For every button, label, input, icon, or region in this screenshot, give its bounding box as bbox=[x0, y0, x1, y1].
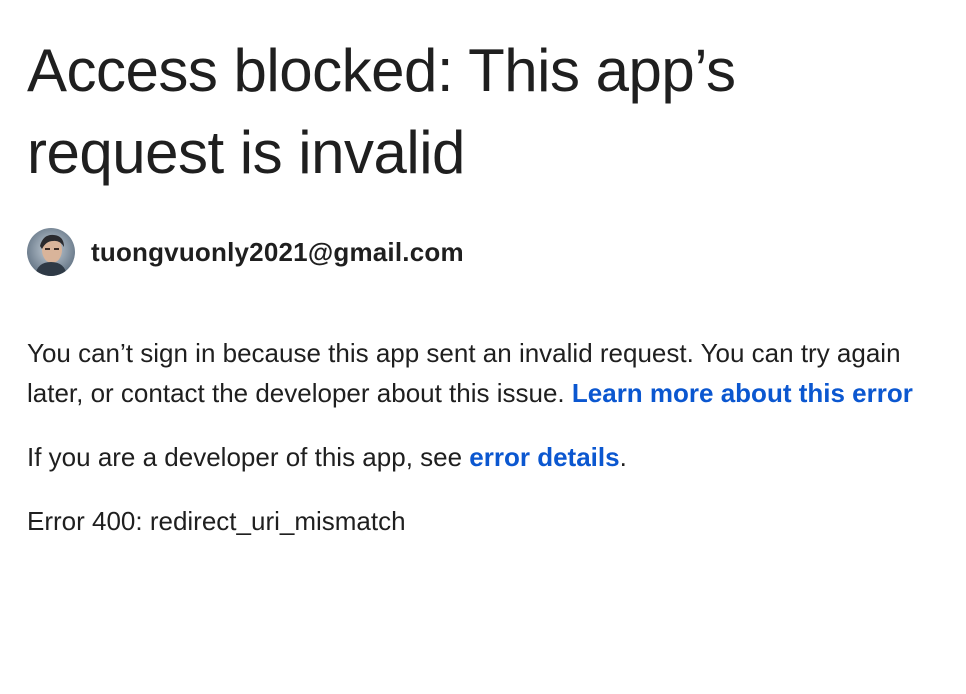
account-chip[interactable]: tuongvuonly2021@gmail.com bbox=[27, 227, 927, 277]
developer-note-prefix: If you are a developer of this app, see bbox=[27, 442, 470, 472]
avatar bbox=[27, 228, 75, 276]
avatar-photo-icon bbox=[27, 228, 75, 276]
account-email: tuongvuonly2021@gmail.com bbox=[91, 236, 464, 267]
error-details-link[interactable]: error details bbox=[469, 442, 619, 472]
page-title: Access blocked: This app’s request is in… bbox=[27, 37, 736, 186]
error-message: You can’t sign in because this app sent … bbox=[27, 333, 927, 413]
error-code: Error 400: redirect_uri_mismatch bbox=[27, 506, 406, 536]
access-blocked-page: Access blocked: This app’s request is in… bbox=[27, 30, 927, 541]
developer-note: If you are a developer of this app, see … bbox=[27, 437, 927, 477]
learn-more-link[interactable]: Learn more about this error bbox=[572, 378, 913, 408]
developer-note-suffix: . bbox=[619, 442, 627, 472]
